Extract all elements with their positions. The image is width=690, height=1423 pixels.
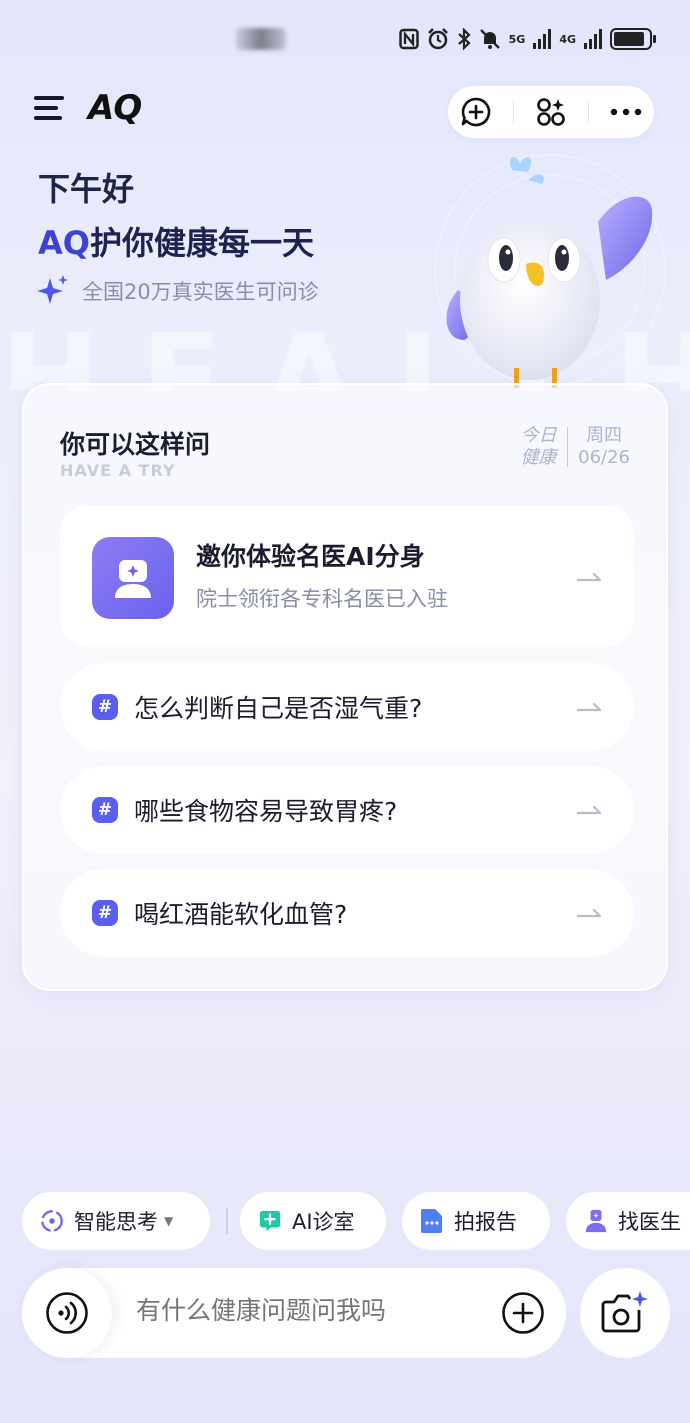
mascot-bird xyxy=(434,154,666,388)
battery-icon xyxy=(610,28,656,50)
hash-icon: # xyxy=(92,797,118,823)
greeting-title: 下午好 xyxy=(38,170,135,208)
tagline: AQ护你健康每一天 xyxy=(38,218,314,264)
top-actions xyxy=(448,86,654,138)
weekday-label: 周四 xyxy=(586,425,623,446)
hash-icon: # xyxy=(92,694,118,720)
today-label-line2: 健康 xyxy=(520,447,557,468)
date-label: 06/26 xyxy=(578,447,630,468)
battery-fill xyxy=(614,32,645,46)
signal-bars-2 xyxy=(584,29,602,49)
scan-report-chip[interactable]: 拍报告 xyxy=(402,1192,550,1250)
arrow-right-icon xyxy=(576,908,602,918)
menu-icon-line xyxy=(34,116,62,120)
tagline-brand: AQ xyxy=(38,224,90,262)
apps-button[interactable] xyxy=(531,92,571,132)
signal-5g-icon: 5G xyxy=(509,34,526,45)
today-label-line1: 今日 xyxy=(520,425,557,446)
subtitle: 全国20万真实医生可问诊 xyxy=(36,274,319,308)
bluetooth-icon xyxy=(457,28,471,50)
status-time xyxy=(236,28,286,50)
app-logo: AQ xyxy=(88,88,142,128)
question-item[interactable]: # 喝红酒能软化血管? xyxy=(60,869,634,957)
more-icon xyxy=(610,108,641,116)
divider xyxy=(226,1208,228,1234)
doctor-icon xyxy=(584,1209,608,1233)
subtitle-text: 全国20万真实医生可问诊 xyxy=(82,280,319,304)
question-item[interactable]: # 哪些食物容易导致胃疼? xyxy=(60,766,634,854)
feature-description: 院士领衔各专科名医已入驻 xyxy=(196,587,448,611)
apps-icon xyxy=(537,98,565,126)
status-icons: 5G 4G xyxy=(398,28,656,50)
camera-icon xyxy=(601,1291,648,1333)
new-chat-icon xyxy=(462,97,491,127)
alarm-icon xyxy=(427,28,448,50)
question-text: 怎么判断自己是否湿气重? xyxy=(134,694,423,723)
camera-button[interactable] xyxy=(580,1268,670,1358)
card-title: 你可以这样问 xyxy=(60,430,211,459)
mute-icon xyxy=(479,29,500,49)
more-button[interactable] xyxy=(606,92,646,132)
dropdown-caret-icon: ▼ xyxy=(164,1214,174,1228)
top-bar: AQ xyxy=(0,86,690,138)
divider xyxy=(566,427,569,467)
network-4g-label: 4G xyxy=(559,32,576,46)
chat-input-bar xyxy=(22,1268,566,1358)
question-text: 喝红酒能软化血管? xyxy=(134,900,348,929)
hash-icon: # xyxy=(92,900,118,926)
network-5g-label: 5G xyxy=(508,32,526,46)
thinking-icon xyxy=(40,1209,64,1233)
divider xyxy=(513,101,515,123)
suggestion-card: 你可以这样问 HAVE A TRY 今日 健康 周四 06/26 邀你体验名医A… xyxy=(22,383,668,991)
smart-thinking-chip[interactable]: 智能思考 ▼ xyxy=(22,1192,210,1250)
signal-bars-1 xyxy=(533,29,552,49)
arrow-right-icon xyxy=(576,805,602,815)
divider xyxy=(587,101,589,123)
attach-button[interactable] xyxy=(500,1290,546,1336)
chip-label: AI诊室 xyxy=(292,1210,355,1234)
menu-icon-line xyxy=(34,96,64,100)
chip-label: 拍报告 xyxy=(454,1210,517,1234)
date-box: 今日 健康 周四 06/26 xyxy=(521,425,630,469)
chat-input[interactable] xyxy=(136,1296,476,1325)
voice-button[interactable] xyxy=(22,1268,112,1358)
chip-label: 找医生 xyxy=(618,1210,681,1234)
ai-clinic-icon xyxy=(258,1209,282,1233)
voice-icon xyxy=(46,1292,88,1334)
sparkle-icon xyxy=(37,275,68,304)
tagline-text: 护你健康每一天 xyxy=(89,224,314,262)
chip-label: 智能思考 xyxy=(74,1210,158,1234)
ai-clinic-chip[interactable]: AI诊室 xyxy=(240,1192,386,1250)
today-health-label: 今日 健康 xyxy=(521,425,557,469)
doctor-avatar-icon xyxy=(92,537,174,619)
report-icon xyxy=(420,1209,444,1233)
question-text: 哪些食物容易导致胃疼? xyxy=(134,797,398,826)
status-bar: 5G 4G xyxy=(0,26,690,56)
nfc-icon xyxy=(398,28,419,50)
arrow-right-icon xyxy=(576,702,602,712)
card-subtitle: HAVE A TRY xyxy=(60,461,176,480)
feature-title: 邀你体验名医AI分身 xyxy=(196,542,425,571)
signal-4g-icon: 4G xyxy=(559,34,576,45)
arrow-right-icon xyxy=(576,572,602,582)
plus-icon xyxy=(502,1292,544,1334)
find-doctor-chip[interactable]: 找医生 xyxy=(566,1192,690,1250)
date-display: 周四 06/26 xyxy=(578,425,630,469)
quick-actions: 智能思考 ▼ AI诊室 拍报告 找医生 xyxy=(22,1192,690,1250)
menu-button[interactable] xyxy=(34,96,68,128)
menu-icon-line xyxy=(34,106,58,110)
question-item[interactable]: # 怎么判断自己是否湿气重? xyxy=(60,663,634,751)
new-chat-button[interactable] xyxy=(456,92,496,132)
famous-doctor-ai-banner[interactable]: 邀你体验名医AI分身 院士领衔各专科名医已入驻 xyxy=(60,505,634,647)
